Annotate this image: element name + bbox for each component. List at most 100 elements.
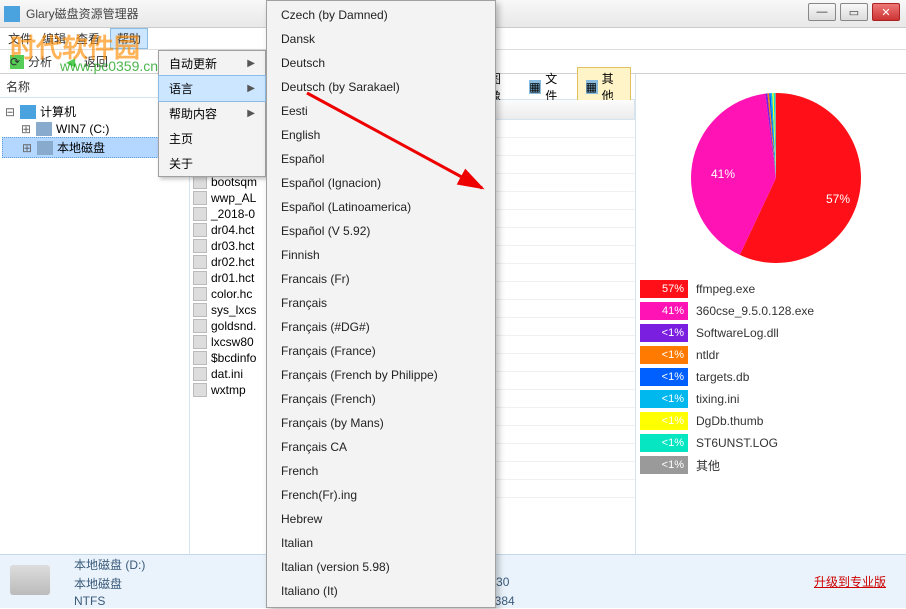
tree-label: 本地磁盘 [57,139,105,156]
language-option[interactable]: Deutsch (by Sarakael) [267,75,495,99]
language-option[interactable]: Francais (Fr) [267,267,495,291]
file-row[interactable]: _2018-0 [190,206,269,222]
file-icon [193,255,207,269]
legend-row[interactable]: <1%SoftwareLog.dll [640,322,902,344]
file-row[interactable]: $bcdinfo [190,350,269,366]
close-button[interactable]: ✕ [872,3,900,21]
help-menu-item[interactable]: 帮助内容▶ [159,101,265,126]
legend-label: targets.db [696,370,749,384]
file-name: wxtmp [211,383,246,397]
language-option[interactable]: Français (#DG#) [267,315,495,339]
file-row[interactable]: sys_lxcs [190,302,269,318]
expand-icon[interactable]: ⊞ [20,122,32,136]
language-submenu[interactable]: Czech (by Damned)DanskDeutschDeutsch (by… [266,0,496,608]
tab-label: 其他 [602,70,622,104]
language-option[interactable]: Français (by Mans) [267,411,495,435]
file-name: bootsqm [211,175,257,189]
language-option[interactable]: Italian (version 5.98) [267,555,495,579]
expand-icon[interactable]: ⊟ [4,105,16,119]
language-option[interactable]: Deutsch [267,51,495,75]
legend-label: 360cse_9.5.0.128.exe [696,304,814,318]
help-menu-item[interactable]: 关于 [159,151,265,176]
legend-row[interactable]: <1%DgDb.thumb [640,410,902,432]
back-button[interactable]: ◀ 返回 [66,53,108,70]
legend-row[interactable]: <1%ntldr [640,344,902,366]
language-option[interactable]: Français (French) [267,387,495,411]
file-row[interactable]: dr04.hct [190,222,269,238]
file-name: wwp_AL [211,191,256,205]
file-name: dat.ini [211,367,243,381]
legend-row[interactable]: <1%其他 [640,454,902,476]
expand-icon[interactable]: ⊞ [21,141,33,155]
help-menu-item[interactable]: 自动更新▶ [159,51,265,76]
computer-icon [20,105,36,119]
language-option[interactable]: Español (Latinoamerica) [267,195,495,219]
minimize-button[interactable]: — [808,3,836,21]
file-row[interactable]: color.hc [190,286,269,302]
submenu-arrow-icon: ▶ [247,58,255,69]
menu-edit[interactable]: 编辑 [42,30,66,47]
file-row[interactable]: wxtmp [190,382,269,398]
file-row[interactable]: dr03.hct [190,238,269,254]
maximize-button[interactable]: ▭ [840,3,868,21]
help-menu-item[interactable]: 主页 [159,126,265,151]
file-row[interactable]: dr02.hct [190,254,269,270]
menu-file[interactable]: 文件 [8,30,32,47]
status-drive-label: 本地磁盘 (D:) [74,556,145,573]
legend-row[interactable]: 57%ffmpeg.exe [640,278,902,300]
legend-row[interactable]: <1%targets.db [640,366,902,388]
file-icon [193,287,207,301]
legend-label: DgDb.thumb [696,414,763,428]
svg-text:57%: 57% [826,192,850,206]
file-name: lxcsw80 [211,335,254,349]
help-menu-item[interactable]: 语言 ▶ [158,75,266,102]
language-option[interactable]: Italian [267,531,495,555]
file-icon [193,271,207,285]
language-option[interactable]: Français [267,291,495,315]
language-option[interactable]: Français CA [267,435,495,459]
language-option[interactable]: Dansk [267,27,495,51]
language-option[interactable]: Español (V 5.92) [267,219,495,243]
legend-row[interactable]: <1%tixing.ini [640,388,902,410]
file-icon [193,207,207,221]
file-icon: ▦ [529,80,541,94]
language-option[interactable]: French [267,459,495,483]
file-row[interactable]: goldsnd. [190,318,269,334]
legend-label: 其他 [696,457,720,474]
file-row[interactable]: wwp_AL [190,190,269,206]
legend-row[interactable]: 41%360cse_9.5.0.128.exe [640,300,902,322]
submenu-arrow-icon: ▶ [247,83,255,94]
file-row[interactable]: lxcsw80 [190,334,269,350]
language-option[interactable]: Español [267,147,495,171]
language-option[interactable]: Français (France) [267,339,495,363]
language-option[interactable]: Italiano (update version: 5.12.0.25) [267,603,495,608]
menu-item-label: 帮助内容 [169,105,217,122]
language-option[interactable]: Español (Ignacion) [267,171,495,195]
svg-text:41%: 41% [711,167,735,181]
analyze-icon: ⟳ [10,55,24,69]
file-name: dr03.hct [211,239,254,253]
language-option[interactable]: French(Fr).ing [267,483,495,507]
menu-view[interactable]: 查看 [76,30,100,47]
back-icon: ◀ [66,55,80,69]
language-option[interactable]: Français (French by Philippe) [267,363,495,387]
language-option[interactable]: Czech (by Damned) [267,3,495,27]
menu-help[interactable]: 帮助 [110,28,148,49]
language-option[interactable]: Finnish [267,243,495,267]
legend-row[interactable]: <1%ST6UNST.LOG [640,432,902,454]
language-option[interactable]: Hebrew [267,507,495,531]
legend-swatch: <1% [640,324,688,342]
tree-label: 计算机 [40,103,76,120]
language-option[interactable]: Italiano (It) [267,579,495,603]
help-dropdown[interactable]: 自动更新▶语言▶帮助内容▶主页关于 [158,50,266,177]
language-option[interactable]: English [267,123,495,147]
file-icon [193,303,207,317]
tab-label: 文件 [545,70,565,104]
analyze-button[interactable]: ⟳ 分析 [10,53,52,70]
upgrade-link[interactable]: 升级到专业版 [794,555,906,608]
file-row[interactable]: dat.ini [190,366,269,382]
file-row[interactable]: dr01.hct [190,270,269,286]
menu-item-label: 语言 [169,80,193,97]
language-option[interactable]: Eesti [267,99,495,123]
legend-label: tixing.ini [696,392,739,406]
